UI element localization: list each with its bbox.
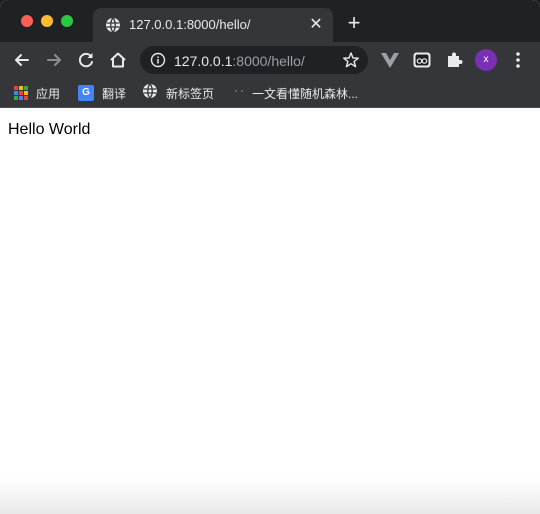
bookmark-label: 一文看懂随机森林... [252, 86, 359, 101]
home-button[interactable] [107, 49, 129, 71]
info-icon[interactable] [150, 52, 166, 68]
bookmark-label: 翻译 [102, 86, 127, 101]
back-button[interactable] [11, 49, 33, 71]
arrow-left-icon [15, 54, 29, 66]
new-tab-button[interactable]: + [344, 12, 364, 34]
window-minimize-button[interactable] [41, 15, 53, 27]
forward-button[interactable] [43, 49, 65, 71]
extension-eyes-icon[interactable] [412, 50, 432, 70]
url-path: :8000/hello/ [232, 53, 305, 69]
bookmark-random-forest[interactable]: 一文看懂随机森林... [232, 83, 358, 103]
more-menu-icon[interactable] [510, 50, 526, 70]
puzzle-extensions-icon[interactable] [444, 50, 464, 70]
globe-icon [142, 83, 158, 104]
bookmark-star-icon[interactable] [342, 51, 360, 69]
browser-window: 127.0.0.1:8000/hello/ ✕ + 127.0.0.1:8000… [0, 0, 540, 514]
toolbar: 127.0.0.1:8000/hello/ x [0, 42, 540, 78]
window-maximize-button[interactable] [61, 15, 73, 27]
bookmark-label: 应用 [36, 86, 61, 101]
tab-strip: 127.0.0.1:8000/hello/ ✕ + [0, 0, 540, 42]
bookmarks-bar: 应用 G 翻译 新标签页 一文看懂随机森林... [0, 78, 540, 108]
profile-avatar[interactable]: x [475, 49, 497, 71]
bookmark-apps[interactable]: 应用 [14, 83, 60, 103]
tab-title: 127.0.0.1:8000/hello/ [129, 17, 251, 32]
bookmark-translate[interactable]: G 翻译 [78, 83, 126, 103]
active-tab[interactable]: 127.0.0.1:8000/hello/ ✕ [93, 8, 333, 42]
reload-button[interactable] [75, 49, 97, 71]
home-icon [110, 52, 126, 68]
bookmark-label: 新标签页 [166, 86, 215, 101]
google-translate-icon: G [78, 85, 94, 101]
globe-icon [105, 17, 121, 33]
vue-devtools-icon[interactable] [380, 50, 400, 70]
page-content-text: Hello World [8, 121, 91, 138]
arrow-right-icon [47, 54, 61, 66]
dots-icon [232, 83, 246, 104]
url-host: 127.0.0.1 [174, 53, 233, 69]
url-text: 127.0.0.1:8000/hello/ [174, 53, 305, 69]
bottom-edge-shadow [0, 478, 540, 514]
reload-icon [78, 52, 93, 68]
window-close-button[interactable] [21, 15, 33, 27]
page-viewport: Hello World [0, 109, 540, 514]
tab-close-icon[interactable]: ✕ [307, 16, 325, 34]
bookmark-new-tab[interactable]: 新标签页 [142, 83, 214, 103]
apps-grid-icon [14, 86, 28, 100]
address-bar[interactable]: 127.0.0.1:8000/hello/ [140, 46, 368, 74]
